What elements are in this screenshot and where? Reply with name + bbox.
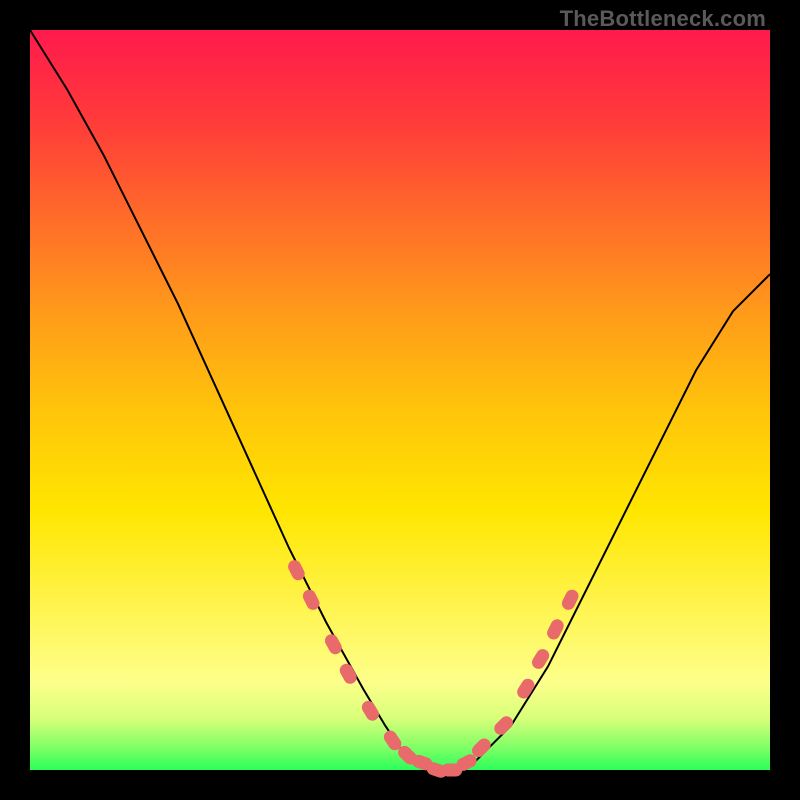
curve-marker	[338, 662, 358, 685]
chart-frame: TheBottleneck.com	[0, 0, 800, 800]
curve-marker	[323, 633, 343, 656]
chart-svg	[30, 30, 770, 770]
curve-markers	[287, 559, 580, 779]
watermark-text: TheBottleneck.com	[560, 6, 766, 32]
plot-area	[30, 30, 770, 770]
curve-marker	[515, 677, 536, 700]
curve-line	[30, 30, 770, 770]
curve-marker	[360, 699, 381, 722]
curve-marker	[492, 714, 515, 737]
